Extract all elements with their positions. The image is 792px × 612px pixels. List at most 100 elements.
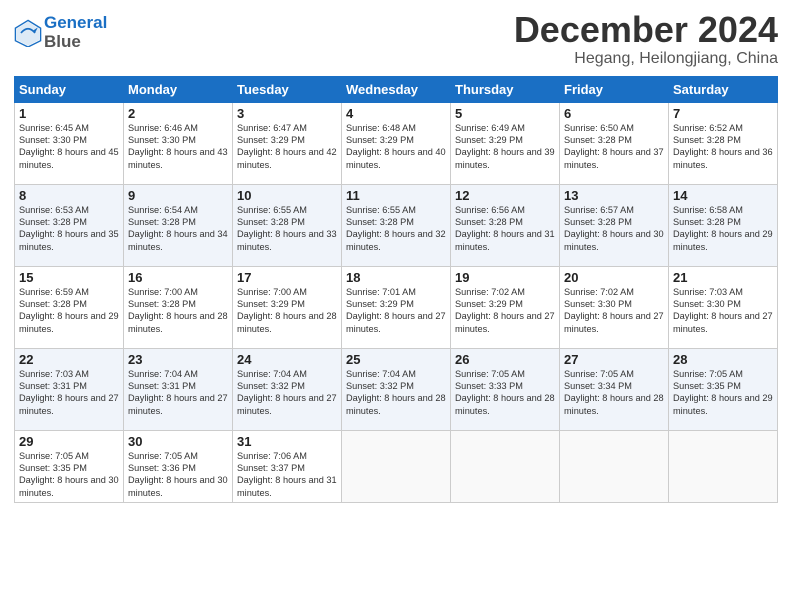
calendar-day-header: Sunday	[15, 76, 124, 102]
cell-info: Sunrise: 7:05 AM Sunset: 3:35 PM Dayligh…	[19, 450, 119, 500]
cell-info: Sunrise: 6:46 AM Sunset: 3:30 PM Dayligh…	[128, 122, 228, 172]
calendar-cell: 27Sunrise: 7:05 AM Sunset: 3:34 PM Dayli…	[560, 348, 669, 430]
calendar-day-header: Saturday	[669, 76, 778, 102]
calendar-cell: 23Sunrise: 7:04 AM Sunset: 3:31 PM Dayli…	[124, 348, 233, 430]
cell-info: Sunrise: 6:48 AM Sunset: 3:29 PM Dayligh…	[346, 122, 446, 172]
calendar-day-header: Friday	[560, 76, 669, 102]
day-number: 18	[346, 270, 446, 285]
cell-info: Sunrise: 6:45 AM Sunset: 3:30 PM Dayligh…	[19, 122, 119, 172]
header: General Blue December 2024 Hegang, Heilo…	[14, 10, 778, 68]
calendar-day-header: Wednesday	[342, 76, 451, 102]
cell-info: Sunrise: 6:58 AM Sunset: 3:28 PM Dayligh…	[673, 204, 773, 254]
day-number: 20	[564, 270, 664, 285]
calendar-cell: 21Sunrise: 7:03 AM Sunset: 3:30 PM Dayli…	[669, 266, 778, 348]
day-number: 22	[19, 352, 119, 367]
cell-info: Sunrise: 7:02 AM Sunset: 3:30 PM Dayligh…	[564, 286, 664, 336]
calendar-cell: 5Sunrise: 6:49 AM Sunset: 3:29 PM Daylig…	[451, 102, 560, 184]
cell-info: Sunrise: 6:47 AM Sunset: 3:29 PM Dayligh…	[237, 122, 337, 172]
calendar-cell: 25Sunrise: 7:04 AM Sunset: 3:32 PM Dayli…	[342, 348, 451, 430]
calendar-header-row: SundayMondayTuesdayWednesdayThursdayFrid…	[15, 76, 778, 102]
calendar-cell: 26Sunrise: 7:05 AM Sunset: 3:33 PM Dayli…	[451, 348, 560, 430]
calendar-day-header: Monday	[124, 76, 233, 102]
calendar-cell: 12Sunrise: 6:56 AM Sunset: 3:28 PM Dayli…	[451, 184, 560, 266]
cell-info: Sunrise: 6:55 AM Sunset: 3:28 PM Dayligh…	[237, 204, 337, 254]
day-number: 10	[237, 188, 337, 203]
calendar-cell: 16Sunrise: 7:00 AM Sunset: 3:28 PM Dayli…	[124, 266, 233, 348]
day-number: 9	[128, 188, 228, 203]
cell-info: Sunrise: 7:01 AM Sunset: 3:29 PM Dayligh…	[346, 286, 446, 336]
day-number: 21	[673, 270, 773, 285]
day-number: 19	[455, 270, 555, 285]
day-number: 7	[673, 106, 773, 121]
calendar-cell	[451, 430, 560, 503]
calendar-cell: 28Sunrise: 7:05 AM Sunset: 3:35 PM Dayli…	[669, 348, 778, 430]
calendar-cell: 10Sunrise: 6:55 AM Sunset: 3:28 PM Dayli…	[233, 184, 342, 266]
day-number: 27	[564, 352, 664, 367]
day-number: 17	[237, 270, 337, 285]
cell-info: Sunrise: 7:05 AM Sunset: 3:34 PM Dayligh…	[564, 368, 664, 418]
day-number: 6	[564, 106, 664, 121]
day-number: 1	[19, 106, 119, 121]
calendar-cell: 14Sunrise: 6:58 AM Sunset: 3:28 PM Dayli…	[669, 184, 778, 266]
cell-info: Sunrise: 6:53 AM Sunset: 3:28 PM Dayligh…	[19, 204, 119, 254]
day-number: 8	[19, 188, 119, 203]
cell-info: Sunrise: 6:49 AM Sunset: 3:29 PM Dayligh…	[455, 122, 555, 172]
day-number: 14	[673, 188, 773, 203]
calendar-cell: 8Sunrise: 6:53 AM Sunset: 3:28 PM Daylig…	[15, 184, 124, 266]
page: General Blue December 2024 Hegang, Heilo…	[0, 0, 792, 612]
day-number: 3	[237, 106, 337, 121]
day-number: 28	[673, 352, 773, 367]
calendar-cell: 30Sunrise: 7:05 AM Sunset: 3:36 PM Dayli…	[124, 430, 233, 503]
calendar-cell: 9Sunrise: 6:54 AM Sunset: 3:28 PM Daylig…	[124, 184, 233, 266]
day-number: 29	[19, 434, 119, 449]
calendar-cell: 31Sunrise: 7:06 AM Sunset: 3:37 PM Dayli…	[233, 430, 342, 503]
day-number: 16	[128, 270, 228, 285]
calendar-cell	[342, 430, 451, 503]
cell-info: Sunrise: 6:52 AM Sunset: 3:28 PM Dayligh…	[673, 122, 773, 172]
calendar-cell	[669, 430, 778, 503]
cell-info: Sunrise: 7:05 AM Sunset: 3:36 PM Dayligh…	[128, 450, 228, 500]
cell-info: Sunrise: 6:59 AM Sunset: 3:28 PM Dayligh…	[19, 286, 119, 336]
logo: General Blue	[14, 14, 107, 51]
cell-info: Sunrise: 6:55 AM Sunset: 3:28 PM Dayligh…	[346, 204, 446, 254]
day-number: 13	[564, 188, 664, 203]
calendar-cell	[560, 430, 669, 503]
calendar-cell: 7Sunrise: 6:52 AM Sunset: 3:28 PM Daylig…	[669, 102, 778, 184]
calendar-cell: 6Sunrise: 6:50 AM Sunset: 3:28 PM Daylig…	[560, 102, 669, 184]
cell-info: Sunrise: 7:00 AM Sunset: 3:29 PM Dayligh…	[237, 286, 337, 336]
location-subtitle: Hegang, Heilongjiang, China	[514, 50, 778, 68]
cell-info: Sunrise: 7:04 AM Sunset: 3:31 PM Dayligh…	[128, 368, 228, 418]
calendar-day-header: Tuesday	[233, 76, 342, 102]
cell-info: Sunrise: 7:00 AM Sunset: 3:28 PM Dayligh…	[128, 286, 228, 336]
calendar-cell: 24Sunrise: 7:04 AM Sunset: 3:32 PM Dayli…	[233, 348, 342, 430]
calendar-cell: 22Sunrise: 7:03 AM Sunset: 3:31 PM Dayli…	[15, 348, 124, 430]
month-title: December 2024	[514, 10, 778, 50]
calendar-cell: 13Sunrise: 6:57 AM Sunset: 3:28 PM Dayli…	[560, 184, 669, 266]
calendar-cell: 20Sunrise: 7:02 AM Sunset: 3:30 PM Dayli…	[560, 266, 669, 348]
calendar-cell: 1Sunrise: 6:45 AM Sunset: 3:30 PM Daylig…	[15, 102, 124, 184]
calendar-cell: 19Sunrise: 7:02 AM Sunset: 3:29 PM Dayli…	[451, 266, 560, 348]
day-number: 12	[455, 188, 555, 203]
day-number: 23	[128, 352, 228, 367]
cell-info: Sunrise: 6:56 AM Sunset: 3:28 PM Dayligh…	[455, 204, 555, 254]
day-number: 30	[128, 434, 228, 449]
day-number: 31	[237, 434, 337, 449]
day-number: 4	[346, 106, 446, 121]
cell-info: Sunrise: 7:04 AM Sunset: 3:32 PM Dayligh…	[346, 368, 446, 418]
cell-info: Sunrise: 7:06 AM Sunset: 3:37 PM Dayligh…	[237, 450, 337, 500]
calendar-cell: 2Sunrise: 6:46 AM Sunset: 3:30 PM Daylig…	[124, 102, 233, 184]
calendar-day-header: Thursday	[451, 76, 560, 102]
cell-info: Sunrise: 6:50 AM Sunset: 3:28 PM Dayligh…	[564, 122, 664, 172]
calendar-cell: 3Sunrise: 6:47 AM Sunset: 3:29 PM Daylig…	[233, 102, 342, 184]
calendar-cell: 11Sunrise: 6:55 AM Sunset: 3:28 PM Dayli…	[342, 184, 451, 266]
cell-info: Sunrise: 7:05 AM Sunset: 3:35 PM Dayligh…	[673, 368, 773, 418]
cell-info: Sunrise: 7:05 AM Sunset: 3:33 PM Dayligh…	[455, 368, 555, 418]
day-number: 25	[346, 352, 446, 367]
calendar-cell: 17Sunrise: 7:00 AM Sunset: 3:29 PM Dayli…	[233, 266, 342, 348]
calendar-cell: 4Sunrise: 6:48 AM Sunset: 3:29 PM Daylig…	[342, 102, 451, 184]
day-number: 24	[237, 352, 337, 367]
cell-info: Sunrise: 7:04 AM Sunset: 3:32 PM Dayligh…	[237, 368, 337, 418]
logo-icon	[14, 19, 42, 47]
day-number: 15	[19, 270, 119, 285]
day-number: 5	[455, 106, 555, 121]
